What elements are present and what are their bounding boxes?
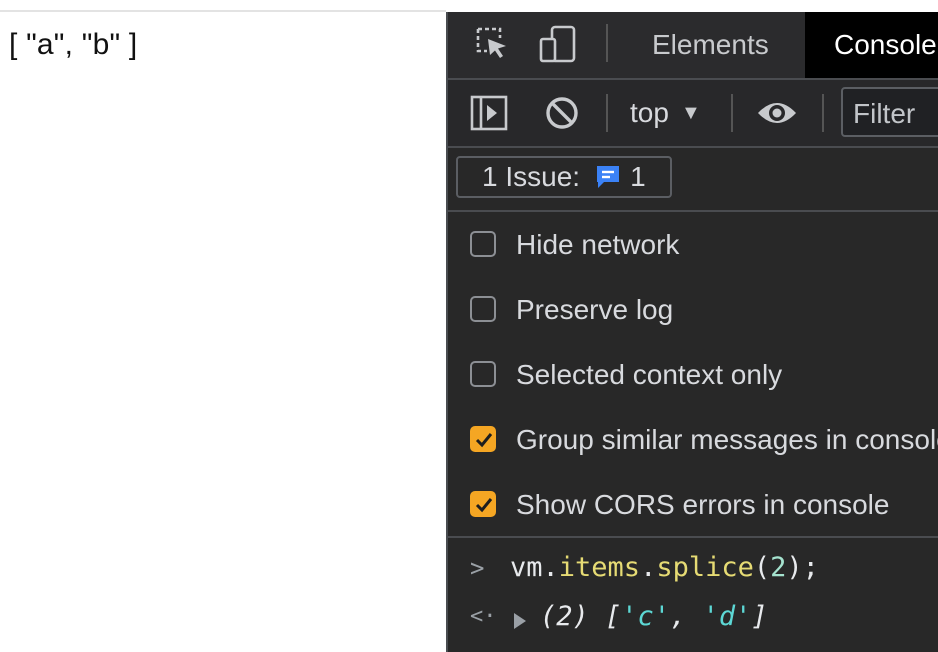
issue-message-icon	[594, 163, 622, 201]
hide-network-checkbox[interactable]	[470, 231, 496, 257]
setting-label: Selected context only	[516, 359, 783, 390]
toolbar-separator	[606, 94, 608, 132]
context-selector-label: top	[630, 97, 669, 128]
setting-preserve-log[interactable]: Preserve log	[448, 277, 938, 342]
console-settings: Hide network Preserve log Selected conte…	[448, 212, 938, 536]
expand-triangle-icon[interactable]	[512, 607, 528, 638]
input-prompt-icon: >	[470, 554, 485, 582]
console-input-line[interactable]: > vm.items.splice(2);	[448, 543, 938, 593]
console-output: > vm.items.splice(2); <· (2) ['c', 'd']	[448, 536, 938, 652]
page-output-text: [ "a", "b" ]	[9, 28, 138, 61]
devtools-panel: Elements Console top ▼ Filter 1 Issue: 1…	[446, 12, 938, 652]
selected-context-only-checkbox[interactable]	[470, 361, 496, 387]
filter-input[interactable]: Filter	[841, 87, 938, 137]
issues-count: 1	[630, 161, 646, 192]
console-result-line[interactable]: <· (2) ['c', 'd']	[448, 592, 938, 642]
checkmark-icon	[475, 433, 493, 448]
clear-console-icon[interactable]	[544, 95, 580, 136]
issues-button[interactable]: 1 Issue: 1	[456, 156, 672, 198]
devtools-tabbar: Elements Console	[448, 12, 938, 80]
setting-label: Group similar messages in console	[516, 424, 938, 455]
filter-placeholder: Filter	[853, 98, 916, 129]
console-result-value: (2) ['c', 'd']	[540, 601, 768, 632]
tab-elements[interactable]: Elements	[652, 12, 769, 78]
result-arrow-icon: <·	[470, 604, 497, 629]
checkmark-icon	[475, 498, 493, 513]
issues-label: 1 Issue:	[482, 161, 581, 192]
setting-label: Preserve log	[516, 294, 674, 325]
setting-hide-network[interactable]: Hide network	[448, 212, 938, 277]
issues-bar: 1 Issue: 1	[448, 148, 938, 212]
console-toolbar: top ▼ Filter	[448, 80, 938, 148]
toolbar-separator	[606, 24, 608, 62]
setting-label: Show CORS errors in console	[516, 489, 890, 520]
tab-console[interactable]: Console	[805, 12, 938, 78]
toolbar-separator	[731, 94, 733, 132]
preserve-log-checkbox[interactable]	[470, 296, 496, 322]
inspect-element-icon[interactable]	[474, 25, 510, 66]
device-toolbar-icon[interactable]	[538, 25, 578, 70]
setting-show-cors-errors[interactable]: Show CORS errors in console	[448, 472, 938, 537]
setting-group-similar[interactable]: Group similar messages in console	[448, 407, 938, 472]
group-similar-checkbox[interactable]	[470, 426, 496, 452]
dropdown-arrow-icon: ▼	[680, 102, 701, 124]
page-top-border	[0, 10, 446, 12]
console-input-code: vm.items.splice(2);	[510, 552, 819, 583]
show-sidebar-icon[interactable]	[470, 95, 508, 136]
show-cors-errors-checkbox[interactable]	[470, 491, 496, 517]
toolbar-separator	[822, 94, 824, 132]
context-selector[interactable]: top ▼	[630, 80, 701, 146]
live-expression-eye-icon[interactable]	[756, 96, 798, 135]
setting-selected-context-only[interactable]: Selected context only	[448, 342, 938, 407]
setting-label: Hide network	[516, 229, 680, 260]
